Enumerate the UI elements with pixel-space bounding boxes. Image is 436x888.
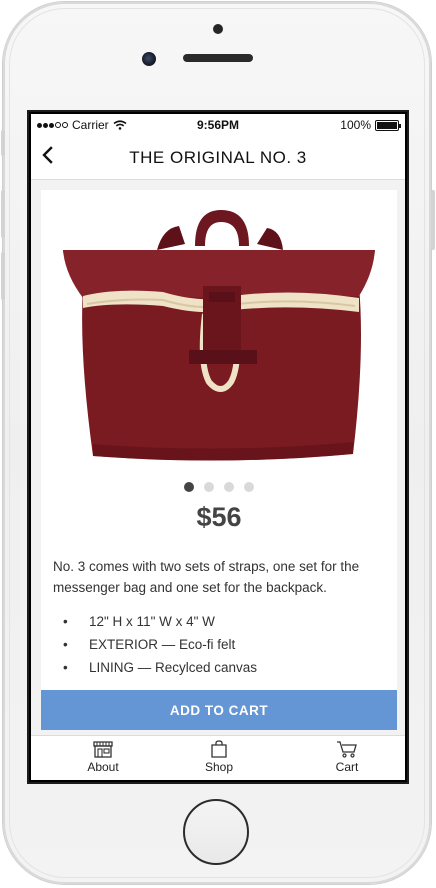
pager-dot[interactable] <box>184 482 194 492</box>
status-bar: Carrier 9:56PM 100% <box>31 114 405 136</box>
spec-item: EXTERIOR — Eco-fi felt <box>53 633 257 656</box>
image-pager[interactable] <box>41 482 397 492</box>
phone-screen: Carrier 9:56PM 100% THE ORIGINAL NO. 3 $… <box>27 110 409 784</box>
home-button[interactable] <box>183 799 249 865</box>
proximity-sensor <box>213 24 223 34</box>
cart-icon <box>337 741 357 758</box>
tab-about[interactable]: About <box>63 740 143 774</box>
product-description: No. 3 comes with two sets of straps, one… <box>53 559 360 595</box>
mute-switch <box>1 130 5 156</box>
backpack-image[interactable] <box>53 204 385 466</box>
front-camera <box>142 52 156 66</box>
tab-bar: About Shop Cart <box>31 735 405 780</box>
product-specs-list: 12" H x 11" W x 4" W EXTERIOR — Eco-fi f… <box>53 610 257 679</box>
tab-shop-label: Shop <box>204 760 234 774</box>
pager-dot[interactable] <box>244 482 254 492</box>
battery-percent: 100% <box>340 118 371 132</box>
shopping-bag-icon <box>211 740 227 758</box>
volume-up-button <box>1 190 5 238</box>
power-button <box>431 190 435 250</box>
navigation-bar: THE ORIGINAL NO. 3 <box>31 136 405 180</box>
spec-item: 12" H x 11" W x 4" W <box>53 610 257 633</box>
product-price: $56 <box>196 502 242 532</box>
storefront-icon <box>93 741 113 758</box>
tab-shop[interactable]: Shop <box>179 740 259 774</box>
earpiece-speaker <box>183 54 253 62</box>
product-card: $56 No. 3 comes with two sets of straps,… <box>41 190 397 730</box>
pager-dot[interactable] <box>204 482 214 492</box>
battery-icon <box>375 119 401 131</box>
battery-status: 100% <box>340 118 401 132</box>
pager-dot[interactable] <box>224 482 234 492</box>
tab-cart[interactable]: Cart <box>307 740 387 774</box>
tab-cart-label: Cart <box>335 760 359 774</box>
add-to-cart-button[interactable]: ADD TO CART <box>41 690 397 730</box>
tab-about-label: About <box>87 760 119 774</box>
spec-item: LINING — Recylced canvas <box>53 656 257 679</box>
volume-down-button <box>1 252 5 300</box>
app-view: Carrier 9:56PM 100% THE ORIGINAL NO. 3 $… <box>31 114 405 780</box>
page-title: THE ORIGINAL NO. 3 <box>129 148 307 167</box>
